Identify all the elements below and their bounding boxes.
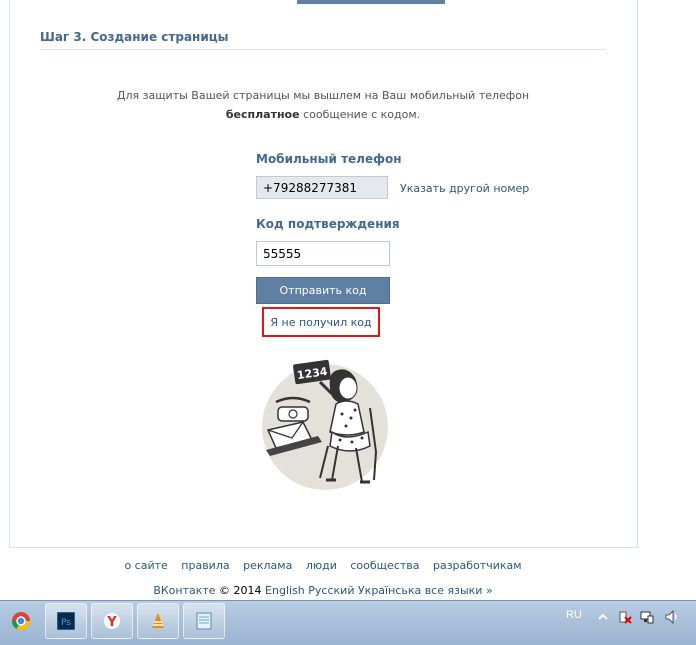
footer-link-communities[interactable]: сообщества [350,559,419,572]
chrome-icon [11,612,31,631]
taskbar: Ps Y RU [0,600,696,645]
notepad-taskbar-button[interactable] [183,603,225,639]
brand-link[interactable]: ВКонтакте [153,584,215,597]
chrome-taskbar-button[interactable] [0,603,42,639]
footer-link-developers[interactable]: разработчикам [433,559,522,572]
step-title: Шаг 3. Создание страницы [40,30,229,44]
footer-link-rules[interactable]: правила [181,559,229,572]
phone-girl-illustration: 1234 [262,359,388,490]
network-icon[interactable] [640,610,654,624]
code-label: Код подтверждения [256,217,400,231]
yandex-taskbar-button[interactable]: Y [91,603,133,639]
copyright-text: © 2014 [215,584,266,597]
footer-link-people[interactable]: люди [306,559,337,572]
svg-text:Ps: Ps [61,618,71,628]
info-bold: бесплатное [225,108,300,121]
footer-link-about[interactable]: о сайте [124,559,167,572]
change-number-link[interactable]: Указать другой номер [400,182,529,195]
svg-text:Y: Y [106,615,117,630]
phone-label: Мобильный телефон [256,152,402,166]
send-code-button[interactable]: Отправить код [256,277,390,304]
yandex-icon: Y [104,613,120,630]
info-rest: сообщение с кодом. [299,108,421,121]
active-tab-indicator [297,0,445,4]
info-line1: Для защиты Вашей страницы мы вышлем на В… [116,89,530,102]
title-divider [40,49,606,50]
copyright-line: ВКонтакте © 2014 English Русский Українс… [0,584,646,597]
action-center-icon[interactable] [618,610,632,624]
vlc-taskbar-button[interactable] [137,603,179,639]
show-hidden-icons-icon[interactable] [596,610,610,624]
lang-russian[interactable]: Русский [308,584,354,597]
lang-english[interactable]: English [265,584,305,597]
lang-ukrainian[interactable]: Українська [358,584,421,597]
phone-field: +79288277381 [256,176,388,199]
footer-links: о сайте правила реклама люди сообщества … [0,559,646,572]
vlc-icon [152,613,164,628]
code-input[interactable]: 55555 [256,241,390,266]
not-received-code-link[interactable]: Я не получил код [262,316,380,329]
footer-link-ads[interactable]: реклама [243,559,292,572]
photoshop-icon: Ps [57,612,75,630]
lang-all[interactable]: все языки » [425,584,493,597]
photoshop-taskbar-button[interactable]: Ps [45,603,87,639]
keyboard-language[interactable]: RU [566,609,582,621]
info-text: Для защиты Вашей страницы мы вышлем на В… [100,86,546,124]
volume-icon[interactable] [665,610,679,624]
notepad-icon [196,612,212,630]
